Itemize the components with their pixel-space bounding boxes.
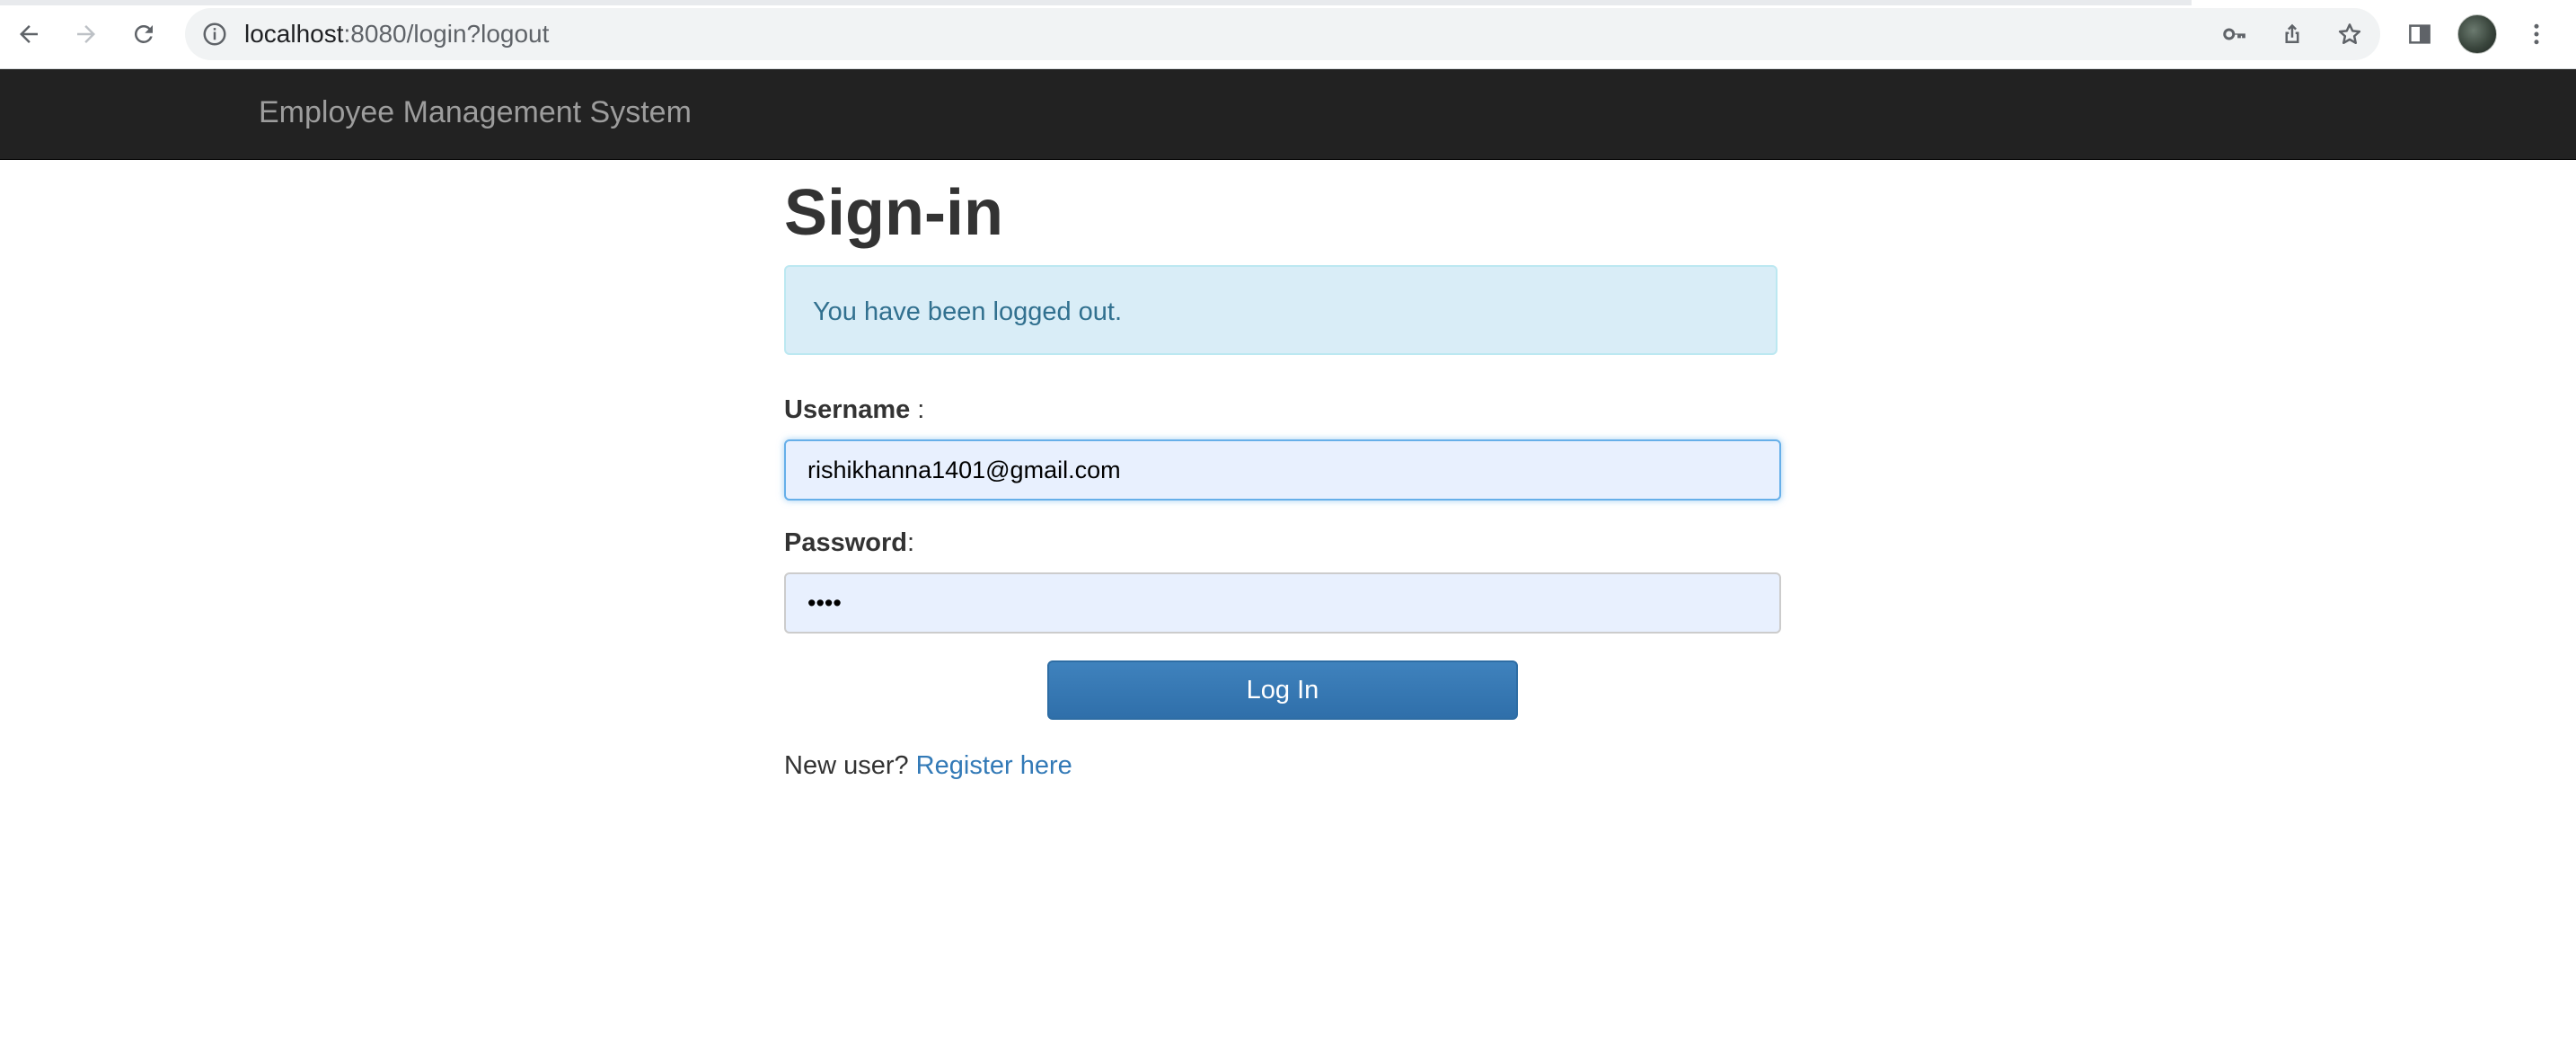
profile-avatar[interactable] [2457, 14, 2497, 54]
password-value: •••• [807, 589, 842, 616]
username-value: rishikhanna1401@gmail.com [807, 456, 1121, 483]
username-label-suffix: : [910, 395, 925, 424]
address-bar[interactable]: localhost:8080/login?logout [185, 8, 2380, 60]
info-icon[interactable] [201, 21, 228, 52]
password-input[interactable]: •••• [784, 572, 1781, 634]
username-input[interactable]: rishikhanna1401@gmail.com [784, 439, 1781, 501]
url-host: localhost [244, 20, 344, 48]
share-icon[interactable] [2272, 14, 2312, 54]
login-button[interactable]: Log In [1047, 660, 1518, 720]
register-line: New user? Register here [784, 751, 1072, 781]
logout-alert: You have been logged out. [784, 265, 1778, 355]
password-label-text: Password [784, 528, 907, 557]
password-label: Password: [784, 528, 914, 558]
new-user-text: New user? [784, 751, 916, 780]
key-icon[interactable] [2215, 14, 2254, 54]
forward-icon[interactable] [66, 14, 106, 54]
reload-icon[interactable] [124, 14, 163, 54]
tab-strip-edge [0, 0, 2192, 5]
password-label-suffix: : [907, 528, 915, 557]
side-panel-icon[interactable] [2400, 14, 2439, 54]
username-label-text: Username [784, 395, 911, 424]
url-text: localhost:8080/login?logout [244, 20, 549, 49]
url-path: :8080/login?logout [343, 20, 550, 48]
avatar [2457, 14, 2497, 54]
alert-message: You have been logged out. [813, 297, 1123, 326]
register-link[interactable]: Register here [916, 751, 1072, 780]
more-icon[interactable] [2517, 14, 2556, 54]
username-label: Username : [784, 395, 924, 425]
back-icon[interactable] [9, 14, 49, 54]
star-icon[interactable] [2330, 14, 2369, 54]
navbar-brand[interactable]: Employee Management System [259, 95, 692, 130]
page-title: Sign-in [784, 177, 1003, 249]
app-navbar: Employee Management System [0, 69, 2576, 160]
browser-toolbar: localhost:8080/login?logout [0, 0, 2576, 69]
